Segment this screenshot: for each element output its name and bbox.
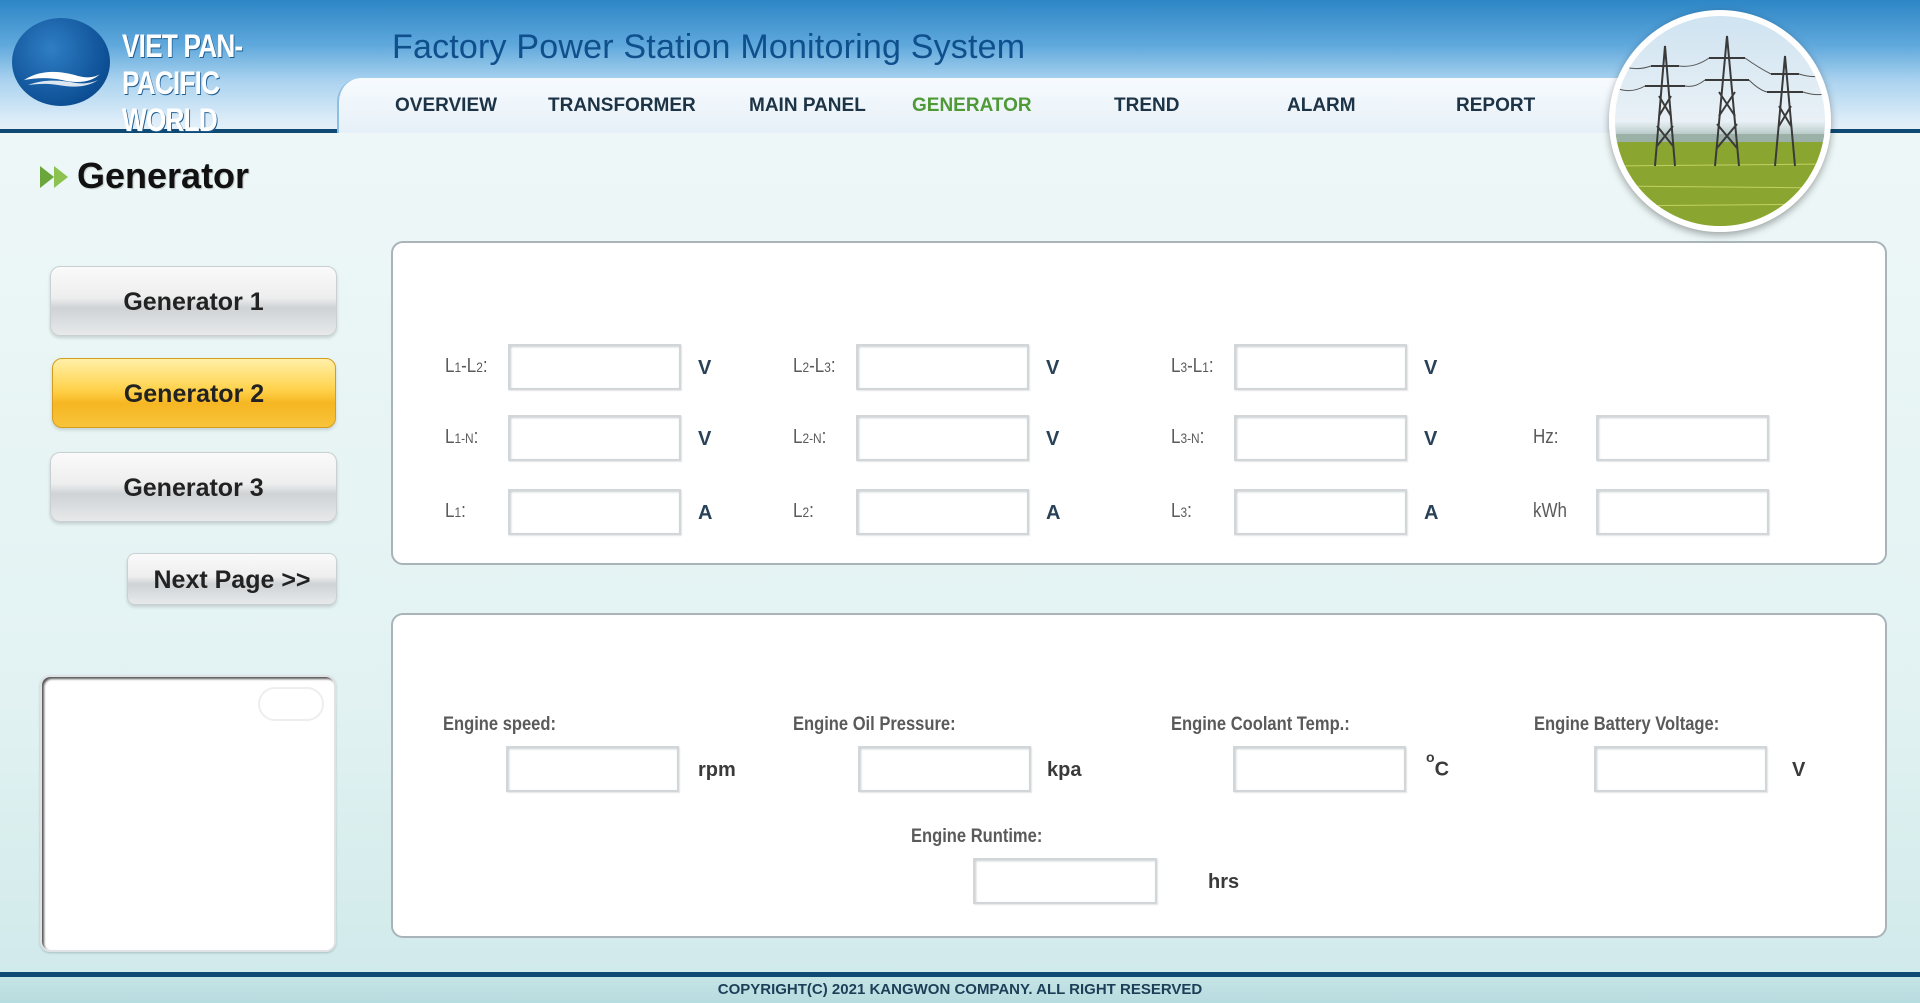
- engine-speed-field[interactable]: [506, 746, 679, 792]
- engine-runtime-label: Engine Runtime:: [911, 826, 1043, 847]
- logo-text: VIET PAN-PACIFIC WORLD: [122, 28, 311, 139]
- l3-current-field[interactable]: [1234, 489, 1407, 535]
- l2-l3-unit: V: [1046, 357, 1060, 379]
- logo-line-2: WORLD: [122, 102, 218, 138]
- engine-speed-unit: rpm: [698, 759, 736, 781]
- l2-n-label: L2-N:: [793, 426, 827, 448]
- logo-line-1: VIET PAN-PACIFIC: [122, 28, 243, 101]
- kwh-label: kWh: [1533, 500, 1567, 522]
- nav-main-panel[interactable]: MAIN PANEL: [749, 78, 866, 133]
- celsius-unit: C: [1434, 758, 1450, 781]
- engine-coolant-temp-unit: oC: [1426, 749, 1450, 782]
- l2-current-label: L2:: [793, 500, 814, 522]
- degree-symbol: o: [1426, 749, 1435, 765]
- engine-battery-voltage-unit: V: [1792, 759, 1806, 781]
- footer-copyright: COPYRIGHT(C) 2021 KANGWON COMPANY. ALL R…: [0, 972, 1920, 1003]
- page-title: Generator: [77, 155, 250, 196]
- engine-coolant-temp-field[interactable]: [1233, 746, 1406, 792]
- l2-l3-label: L2-L3:: [793, 355, 836, 377]
- l1-n-label: L1-N:: [445, 426, 479, 448]
- main-nav: OVERVIEW TRANSFORMER MAIN PANEL GENERATO…: [337, 78, 1637, 133]
- power-tower-image: [1609, 10, 1831, 232]
- l1-l2-voltage-field[interactable]: [508, 344, 681, 390]
- l2-n-unit: V: [1046, 428, 1060, 450]
- app-title: Factory Power Station Monitoring System: [392, 28, 1026, 66]
- l1-n-unit: V: [698, 428, 712, 450]
- l1-n-voltage-field[interactable]: [508, 415, 681, 461]
- header: VIET PAN-PACIFIC WORLD Factory Power Sta…: [0, 0, 1920, 232]
- engine-panel: Engine speed: rpm Engine Oil Pressure: k…: [391, 613, 1887, 938]
- l3-n-voltage-field[interactable]: [1234, 415, 1407, 461]
- nav-generator[interactable]: GENERATOR: [912, 78, 1032, 133]
- l2-current-unit: A: [1046, 502, 1061, 524]
- generator-2-button[interactable]: Generator 2: [52, 358, 336, 428]
- l2-l3-voltage-field[interactable]: [856, 344, 1029, 390]
- logo-emblem-icon: [12, 18, 110, 106]
- l3-current-label: L3:: [1171, 500, 1192, 522]
- next-page-button[interactable]: Next Page >>: [127, 553, 337, 605]
- nav-overview[interactable]: OVERVIEW: [395, 78, 497, 133]
- frequency-field[interactable]: [1596, 415, 1769, 461]
- nav-alarm[interactable]: ALARM: [1287, 78, 1356, 133]
- l3-n-unit: V: [1424, 428, 1438, 450]
- l1-l2-label: L1-L2:: [445, 355, 488, 377]
- engine-oil-pressure-unit: kpa: [1047, 759, 1082, 781]
- engine-battery-voltage-label: Engine Battery Voltage:: [1534, 714, 1720, 735]
- engine-runtime-field[interactable]: [973, 858, 1157, 904]
- engine-runtime-unit: hrs: [1208, 871, 1240, 893]
- logo-wave-icon: [24, 71, 100, 87]
- double-arrow-icon: [40, 166, 68, 188]
- nav-trend[interactable]: TREND: [1114, 78, 1179, 133]
- power-tower-icon: [1615, 35, 1825, 226]
- l3-current-unit: A: [1424, 502, 1439, 524]
- engine-oil-pressure-field[interactable]: [858, 746, 1031, 792]
- nav-transformer[interactable]: TRANSFORMER: [548, 78, 696, 133]
- nav-report[interactable]: REPORT: [1456, 78, 1535, 133]
- l3-l1-label: L3-L1:: [1171, 355, 1214, 377]
- generator-1-button[interactable]: Generator 1: [50, 266, 337, 336]
- l2-n-voltage-field[interactable]: [856, 415, 1029, 461]
- l1-current-unit: A: [698, 502, 713, 524]
- preview-toggle[interactable]: [258, 687, 324, 721]
- l3-n-label: L3-N:: [1171, 426, 1205, 448]
- hz-label: Hz:: [1533, 426, 1559, 448]
- generator-3-button[interactable]: Generator 3: [50, 452, 337, 522]
- electrical-panel: L1-L2: V L2-L3: V L3-L1: V L1-N: V L2-N:…: [391, 241, 1887, 565]
- l1-current-label: L1:: [445, 500, 466, 522]
- l2-current-field[interactable]: [856, 489, 1029, 535]
- engine-coolant-temp-label: Engine Coolant Temp.:: [1171, 714, 1350, 735]
- l3-l1-unit: V: [1424, 357, 1438, 379]
- engine-speed-label: Engine speed:: [443, 714, 556, 735]
- preview-panel: [40, 675, 336, 952]
- l1-current-field[interactable]: [508, 489, 681, 535]
- l1-l2-unit: V: [698, 357, 712, 379]
- kwh-field[interactable]: [1596, 489, 1769, 535]
- engine-battery-voltage-field[interactable]: [1594, 746, 1767, 792]
- l3-l1-voltage-field[interactable]: [1234, 344, 1407, 390]
- engine-oil-pressure-label: Engine Oil Pressure:: [793, 714, 956, 735]
